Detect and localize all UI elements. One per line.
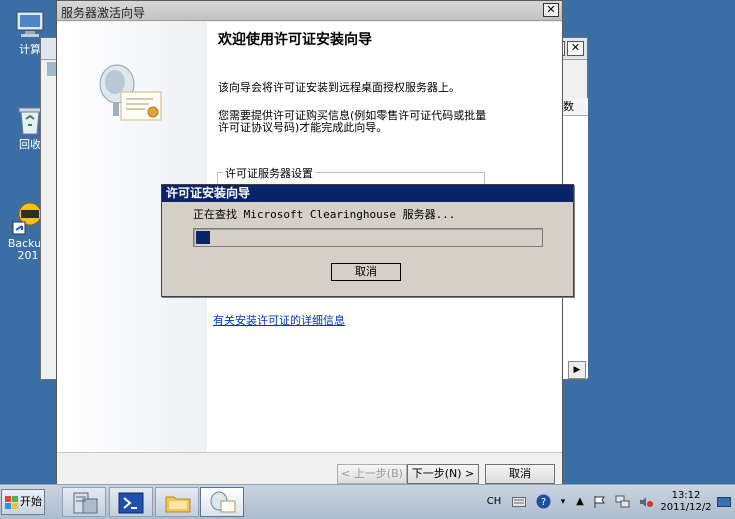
- close-button[interactable]: ✕: [543, 3, 559, 17]
- license-server-icon: [99, 64, 162, 121]
- windows-logo-icon: [5, 496, 18, 509]
- input-options-icon[interactable]: ▾: [558, 487, 568, 517]
- clock-time: 13:12: [671, 490, 701, 501]
- wizard-heading: 欢迎使用许可证安装向导: [218, 32, 372, 48]
- volume-muted-icon[interactable]: [638, 487, 654, 517]
- cancel-button[interactable]: 取消: [331, 263, 401, 281]
- start-label: 开始: [20, 495, 42, 508]
- taskbar: 开始 CH ? ▾ ▲ 13:12 2011/12/2: [0, 484, 735, 519]
- intro-text: 该向导会将许可证安装到远程桌面授权服务器上。: [218, 81, 460, 94]
- taskbar-powershell[interactable]: [109, 487, 153, 517]
- license-wizard-icon: [210, 491, 236, 513]
- group-title: 许可证服务器设置: [223, 165, 315, 181]
- taskbar-server-manager[interactable]: [62, 487, 106, 517]
- license-info-link[interactable]: 有关安装许可证的详细信息: [213, 312, 345, 328]
- status-message: 正在查找 Microsoft Clearinghouse 服务器...: [193, 208, 456, 221]
- clock[interactable]: 13:12 2011/12/2: [660, 490, 712, 514]
- svg-text:?: ?: [540, 497, 545, 508]
- window-title: 服务器激活向导: [61, 6, 146, 20]
- license-progress-dialog[interactable]: 许可证安装向导 正在查找 Microsoft Clearinghouse 服务器…: [161, 184, 574, 297]
- required-info-text: 您需要提供许可证购买信息(例如零售许可证代码或批量许可证协议号码)才能完成此向导…: [218, 109, 487, 134]
- column-header[interactable]: 数: [562, 98, 588, 116]
- dialog-title: 许可证安装向导: [162, 185, 573, 202]
- keyboard-icon[interactable]: [510, 487, 528, 517]
- show-hidden-icons-icon[interactable]: ▲: [574, 487, 586, 517]
- next-button[interactable]: 下一步(N) >: [407, 464, 479, 484]
- start-button[interactable]: 开始: [1, 489, 45, 515]
- action-center-flag-icon[interactable]: [592, 487, 608, 517]
- wizard-button-bar: < 上一步(B) 下一步(N) > 取消: [57, 452, 562, 484]
- close-button[interactable]: ✕: [567, 41, 584, 56]
- back-button[interactable]: < 上一步(B): [337, 464, 407, 484]
- cancel-button[interactable]: 取消: [485, 464, 555, 484]
- triangle-right-icon: ▶: [573, 365, 581, 375]
- close-icon: ✕: [546, 3, 556, 16]
- close-icon: ✕: [570, 41, 581, 54]
- server-manager-icon: [73, 492, 98, 514]
- progress-bar: [193, 228, 543, 247]
- taskbar-activation-wizard[interactable]: [200, 487, 244, 517]
- progress-fill: [196, 231, 210, 244]
- show-desktop-icon[interactable]: [716, 487, 732, 517]
- taskbar-explorer[interactable]: [155, 487, 199, 517]
- system-tray: CH ? ▾ ▲ 13:12 2011/12/2: [478, 487, 735, 517]
- folder-icon: [165, 496, 191, 513]
- wizard-titlebar[interactable]: 服务器激活向导 ✕: [57, 1, 562, 21]
- clock-date: 2011/12/2: [660, 502, 712, 513]
- help-icon[interactable]: ?: [534, 487, 552, 517]
- language-indicator[interactable]: CH: [484, 487, 504, 517]
- powershell-icon: [118, 492, 144, 514]
- scroll-right-button[interactable]: ▶: [568, 361, 586, 379]
- network-icon[interactable]: [614, 487, 632, 517]
